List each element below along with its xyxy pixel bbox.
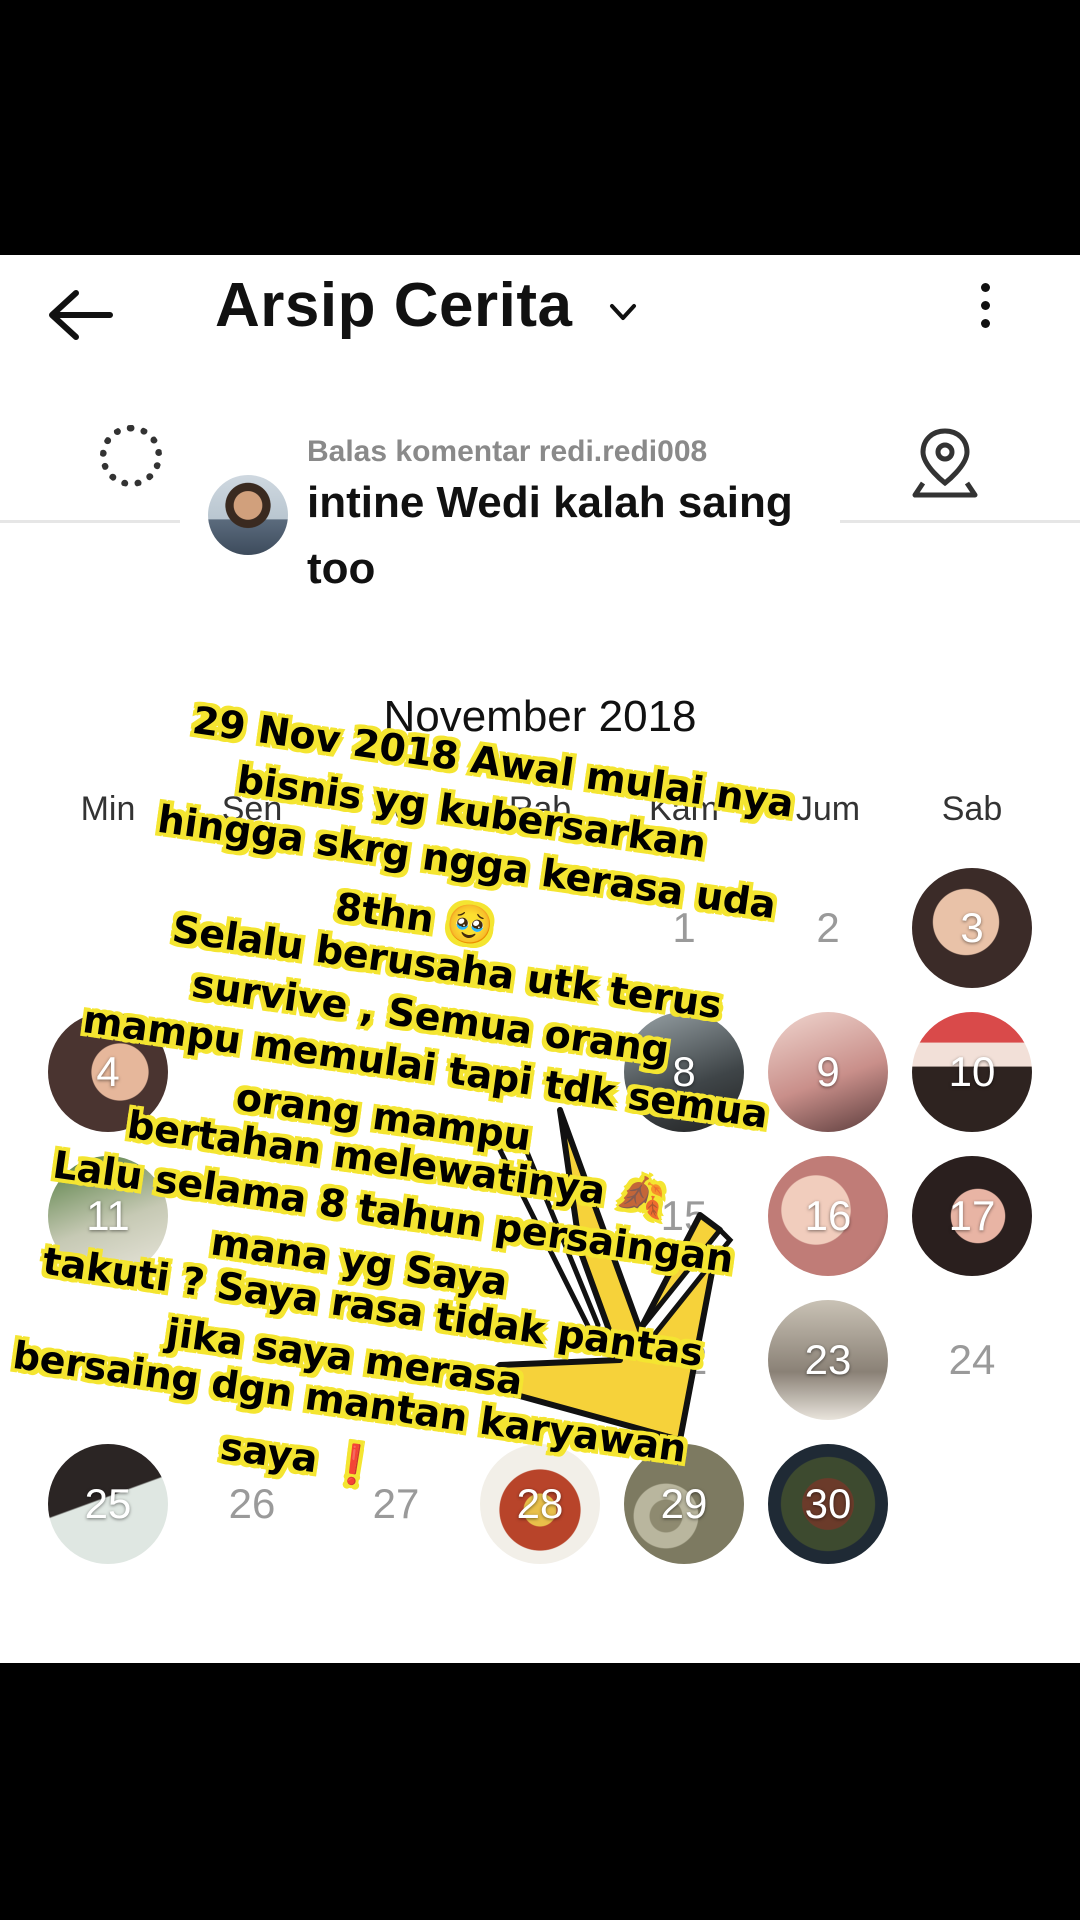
loading-dots-icon[interactable] [100,425,162,487]
map-pin-icon[interactable] [905,423,985,503]
calendar-day[interactable]: 22 [624,1300,744,1420]
calendar-day-story[interactable]: 3 [912,868,1032,988]
calendar-day-story[interactable]: 29 [624,1444,744,1564]
calendar-day[interactable]: 27 [336,1444,456,1564]
weekday-label: Sab [941,790,1003,828]
weekday-label: Sen [221,790,283,828]
comment-reply-sticker: Balas komentar redi.redi008 intine Wedi … [180,410,840,593]
calendar-day-story[interactable]: 4 [48,1012,168,1132]
more-options-button[interactable] [960,283,1010,345]
back-button[interactable] [40,285,130,345]
reply-label: Balas komentar redi.redi008 [307,435,708,468]
calendar-day[interactable]: 24 [912,1300,1032,1420]
calendar-day-story[interactable]: 10 [912,1012,1032,1132]
calendar-day-story[interactable]: 25 [48,1444,168,1564]
calendar-day[interactable]: 1 [624,868,744,988]
calendar-day-story[interactable]: 23 [768,1300,888,1420]
arrow-left-icon [49,290,113,340]
story-archive-screen: Arsip Cerita Balas komentar redi.redi008… [0,255,1080,1663]
month-label: November 2018 [383,692,697,741]
calendar-day-story[interactable]: 9 [768,1012,888,1132]
weekday-label: Rab [508,790,572,828]
weekday-label: Kam [649,790,719,828]
calendar-day-story[interactable]: 17 [912,1156,1032,1276]
calendar-day[interactable]: 15 [624,1156,744,1276]
calendar-day[interactable]: 26 [192,1444,312,1564]
app-header: Arsip Cerita [0,255,1080,375]
weekday-label: Jum [795,790,861,828]
avatar [208,475,288,555]
calendar-day-story[interactable]: 16 [768,1156,888,1276]
chevron-down-icon[interactable] [606,295,640,329]
weekday-label: Sel [371,790,421,828]
calendar-day[interactable]: 2 [768,868,888,988]
weekday-row: Min Sen Sel Rab Kam Jum Sab [0,790,1080,840]
reply-text: intine Wedi kalah saing too [307,478,793,593]
calendar-day-story[interactable]: 11 [48,1156,168,1276]
calendar-day-story[interactable]: 28 [480,1444,600,1564]
calendar-day-story[interactable]: 30 [768,1444,888,1564]
calendar-day-story[interactable]: 8 [624,1012,744,1132]
page-title[interactable]: Arsip Cerita [215,270,572,341]
weekday-label: Min [80,790,136,828]
